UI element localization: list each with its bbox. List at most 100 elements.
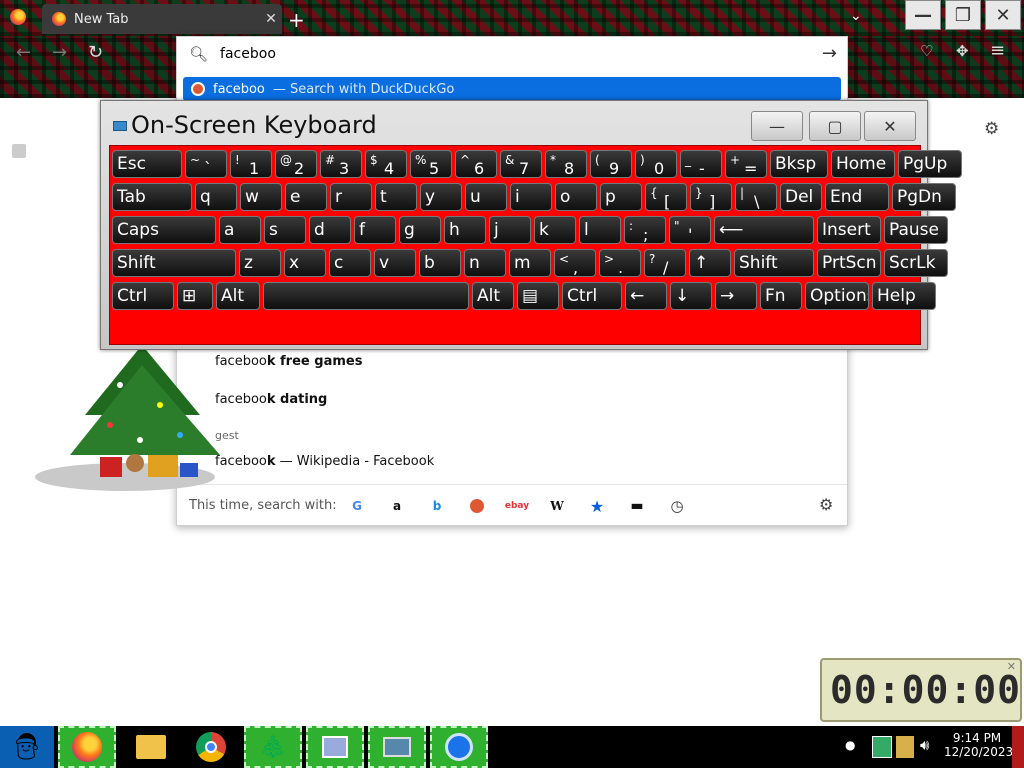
osk-key[interactable]: ⟵ <box>714 216 814 244</box>
new-tab-icon[interactable]: + <box>288 8 305 32</box>
osk-key[interactable]: ↑ <box>689 249 731 277</box>
osk-key[interactable]: * 8 <box>545 150 587 178</box>
bing-icon[interactable]: b <box>429 498 445 514</box>
url-input[interactable] <box>218 45 799 63</box>
osk-key[interactable]: Shift <box>112 249 236 277</box>
osk-key[interactable]: Insert <box>817 216 881 244</box>
clock[interactable]: 9:14 PM 12/20/2023 <box>944 731 1013 759</box>
osk-key[interactable]: v <box>374 249 416 277</box>
osk-key[interactable]: Ctrl <box>112 282 174 310</box>
taskbar-photos[interactable] <box>306 726 364 768</box>
osk-key[interactable]: " ' <box>669 216 711 244</box>
suggestion-search-duckduckgo[interactable]: faceboo — Search with DuckDuckGo <box>183 77 841 101</box>
osk-key[interactable]: Ctrl <box>562 282 622 310</box>
taskbar-firefox[interactable] <box>58 726 116 768</box>
osk-key[interactable]: Del <box>780 183 822 211</box>
osk-key[interactable]: l <box>579 216 621 244</box>
security-icon[interactable] <box>896 736 914 758</box>
pocket-icon[interactable]: ♡ <box>920 42 933 60</box>
osk-key[interactable]: Caps <box>112 216 216 244</box>
osk-key[interactable]: ! 1 <box>230 150 272 178</box>
osk-key[interactable]: Alt <box>216 282 260 310</box>
osk-key[interactable]: r <box>330 183 372 211</box>
osk-key[interactable]: ? / <box>644 249 686 277</box>
osk-key[interactable]: Esc <box>112 150 182 178</box>
osk-key[interactable]: c <box>329 249 371 277</box>
search-settings-icon[interactable]: ⚙ <box>819 495 833 514</box>
show-desktop-button[interactable] <box>1012 726 1024 768</box>
osk-key[interactable]: f <box>354 216 396 244</box>
osk-key[interactable]: Bksp <box>770 150 828 178</box>
osk-key[interactable]: #3 <box>320 150 362 178</box>
osk-key[interactable]: g <box>399 216 441 244</box>
osk-key[interactable]: d <box>309 216 351 244</box>
history-search-icon[interactable]: ◷ <box>669 497 685 515</box>
osk-key[interactable]: (9 <box>590 150 632 178</box>
close-widget-icon[interactable]: ✕ <box>1007 660 1016 673</box>
osk-key[interactable]: z <box>239 249 281 277</box>
suggestion-item[interactable]: facebook free games <box>215 354 362 369</box>
amazon-icon[interactable]: a <box>389 498 405 514</box>
forward-icon[interactable]: → <box>52 42 67 63</box>
suggestion-item[interactable]: facebook dating <box>215 392 327 407</box>
firefox-menu-icon[interactable] <box>10 9 26 25</box>
osk-key[interactable]: x <box>284 249 326 277</box>
taskbar-tree-app[interactable]: 🎄︎ <box>244 726 302 768</box>
google-icon[interactable]: G <box>349 498 365 514</box>
osk-key[interactable]: h <box>444 216 486 244</box>
tab-new-tab[interactable]: New Tab ✕ <box>42 4 282 34</box>
osk-key[interactable]: ← <box>625 282 667 310</box>
osk-key[interactable]: o <box>555 183 597 211</box>
suggestion-wikipedia[interactable]: facebook — Wikipedia - Facebook <box>215 454 434 469</box>
osk-key[interactable] <box>263 282 469 310</box>
osk-key[interactable]: ScrLk <box>884 249 948 277</box>
start-button[interactable]: 🎅︎ <box>0 726 54 768</box>
osk-key[interactable]: a <box>219 216 261 244</box>
bookmarks-search-icon[interactable]: ★ <box>589 497 605 516</box>
osk-key[interactable]: Pause <box>884 216 948 244</box>
osk-maximize-button[interactable]: ▢ <box>809 111 861 141</box>
duckduckgo-engine-icon[interactable] <box>470 499 484 513</box>
osk-key[interactable]: b <box>419 249 461 277</box>
osk-key[interactable]: u <box>465 183 507 211</box>
osk-key[interactable]: End <box>825 183 889 211</box>
minimize-window-button[interactable]: — <box>905 0 941 30</box>
osk-key[interactable]: + = <box>725 150 767 178</box>
osk-key[interactable]: i <box>510 183 552 211</box>
osk-key[interactable]: m <box>509 249 551 277</box>
osk-key[interactable]: ^ 6 <box>455 150 497 178</box>
volume-icon[interactable]: 🔊︎ <box>920 736 929 754</box>
ebay-icon[interactable]: ebay <box>505 498 529 514</box>
osk-key[interactable]: Tab <box>112 183 192 211</box>
osk-key[interactable]: t <box>375 183 417 211</box>
osk-key[interactable]: s <box>264 216 306 244</box>
osk-key[interactable]: >. <box>599 249 641 277</box>
osk-key[interactable]: w <box>240 183 282 211</box>
osk-key[interactable]: {[ <box>645 183 687 211</box>
osk-key[interactable]: ↓ <box>670 282 712 310</box>
osk-key[interactable]: ~ ` <box>185 150 227 178</box>
osk-key[interactable]: k <box>534 216 576 244</box>
reload-icon[interactable]: ↻ <box>88 42 103 63</box>
osk-key[interactable]: % 5 <box>410 150 452 178</box>
stopwatch-widget[interactable]: 00:00:00 ✕ <box>820 658 1022 722</box>
taskbar-file-explorer[interactable] <box>122 726 180 768</box>
extensions-icon[interactable]: ✥ <box>956 42 969 60</box>
osk-key[interactable]: _ - <box>680 150 722 178</box>
osk-key[interactable]: ⊞ <box>177 282 213 310</box>
osk-key[interactable]: Options <box>805 282 869 310</box>
osk-key[interactable]: Help <box>872 282 936 310</box>
taskbar-computer[interactable] <box>368 726 426 768</box>
osk-key[interactable]: <, <box>554 249 596 277</box>
go-arrow-icon[interactable]: → <box>822 43 837 64</box>
osk-key[interactable]: p <box>600 183 642 211</box>
osk-minimize-button[interactable]: — <box>751 111 803 141</box>
osk-key[interactable]: y <box>420 183 462 211</box>
osk-key[interactable]: @2 <box>275 150 317 178</box>
osk-key[interactable]: Shift <box>734 249 814 277</box>
osk-key[interactable]: Home <box>831 150 895 178</box>
osk-key[interactable]: e <box>285 183 327 211</box>
tabs-search-icon[interactable]: ▬ <box>629 498 645 514</box>
osk-key[interactable]: j <box>489 216 531 244</box>
osk-key[interactable]: PgUp <box>898 150 962 178</box>
